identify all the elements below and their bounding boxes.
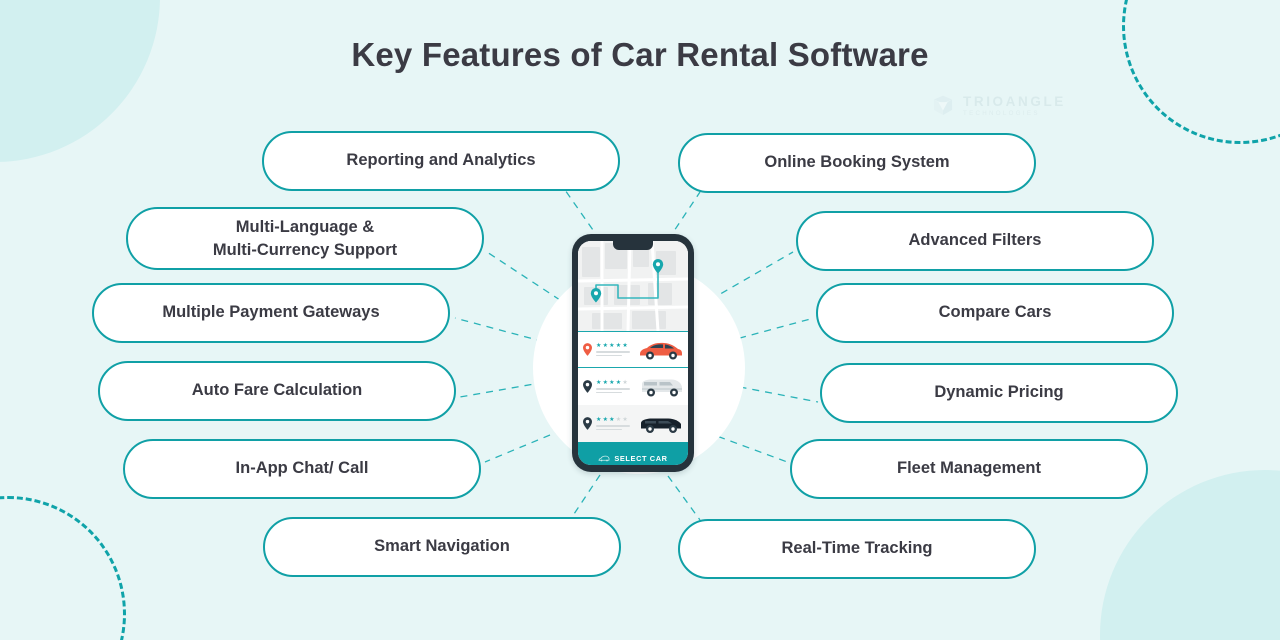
feature-pill-smart-navigation[interactable]: Smart Navigation bbox=[263, 517, 621, 577]
car-icon bbox=[598, 455, 610, 461]
star-icon: ★ bbox=[622, 416, 628, 423]
star-icon: ★ bbox=[615, 342, 622, 349]
feature-label: Fleet Management bbox=[897, 459, 1041, 478]
info-line bbox=[596, 428, 622, 431]
phone-notch bbox=[613, 241, 653, 250]
feature-label: Advanced Filters bbox=[908, 231, 1042, 250]
car-thumbnail-black-suv bbox=[641, 418, 681, 433]
feature-pill-advanced-filters[interactable]: Advanced Filters bbox=[796, 211, 1154, 271]
star-icon: ★ bbox=[609, 416, 615, 423]
star-icon: ★ bbox=[596, 342, 602, 349]
feature-pill-compare-cars[interactable]: Compare Cars bbox=[816, 283, 1174, 343]
select-car-label: SELECT CAR bbox=[614, 453, 668, 463]
feature-pill-fleet-management[interactable]: Fleet Management bbox=[790, 439, 1148, 499]
star-icon: ★ bbox=[622, 342, 628, 349]
feature-pill-reporting-and-analytics[interactable]: Reporting and Analytics bbox=[262, 131, 620, 191]
car-info: ★ ★ ★ ★ ★ bbox=[596, 343, 630, 357]
car-thumbnail-red bbox=[640, 342, 682, 359]
rating-stars: ★ ★ ★ ★ ★ bbox=[596, 343, 630, 349]
infographic-canvas: Key Features of Car Rental Software TRIO… bbox=[0, 0, 1280, 640]
feature-pill-real-time-tracking[interactable]: Real-Time Tracking bbox=[678, 519, 1036, 579]
car-info: ★ ★ ★ ★ ★ bbox=[596, 417, 630, 431]
star-icon: ★ bbox=[622, 379, 628, 386]
feature-label: Online Booking System bbox=[764, 153, 950, 172]
info-line bbox=[596, 387, 630, 390]
feature-label: In-App Chat/ Call bbox=[235, 459, 369, 478]
feature-label-line1: Multi-Language & bbox=[235, 218, 375, 237]
feature-label: Dynamic Pricing bbox=[934, 383, 1064, 402]
feature-pill-auto-fare-calculation[interactable]: Auto Fare Calculation bbox=[98, 361, 456, 421]
star-icon: ★ bbox=[602, 379, 608, 386]
feature-pill-multiple-payment-gateways[interactable]: Multiple Payment Gateways bbox=[92, 283, 450, 343]
feature-label: Auto Fare Calculation bbox=[191, 381, 363, 400]
car-info: ★ ★ ★ ★ ★ bbox=[596, 380, 630, 394]
star-icon: ★ bbox=[615, 416, 622, 423]
phone-screen: ★ ★ ★ ★ ★ ★ ★ ★ ★ ★ ★ ★ ★ ★ ★ SELECT CAR bbox=[578, 241, 688, 465]
feature-label: Multiple Payment Gateways bbox=[162, 303, 380, 322]
feature-label: Smart Navigation bbox=[374, 537, 510, 556]
rating-stars: ★ ★ ★ ★ ★ bbox=[596, 380, 630, 386]
star-icon: ★ bbox=[609, 379, 615, 386]
location-pin-icon bbox=[583, 380, 592, 393]
feature-label-line2: Multi-Currency Support bbox=[212, 240, 398, 259]
feature-pill-multi-language-currency-support[interactable]: Multi-Language & Multi-Currency Support bbox=[126, 207, 484, 270]
star-icon: ★ bbox=[602, 342, 608, 349]
star-icon: ★ bbox=[609, 342, 615, 349]
car-thumbnail-van bbox=[642, 379, 682, 396]
car-list-item[interactable]: ★ ★ ★ ★ ★ bbox=[578, 405, 688, 442]
feature-pill-online-booking-system[interactable]: Online Booking System bbox=[678, 133, 1036, 193]
select-car-button[interactable]: SELECT CAR bbox=[578, 442, 688, 465]
car-list-item[interactable]: ★ ★ ★ ★ ★ bbox=[578, 368, 688, 405]
star-icon: ★ bbox=[615, 379, 622, 386]
feature-label: Reporting and Analytics bbox=[346, 151, 536, 170]
location-pin-icon bbox=[583, 417, 592, 430]
map-view[interactable] bbox=[578, 241, 688, 332]
feature-label: Real-Time Tracking bbox=[781, 539, 933, 558]
star-icon: ★ bbox=[596, 416, 602, 423]
star-icon: ★ bbox=[602, 416, 608, 423]
info-line bbox=[596, 424, 630, 427]
info-line bbox=[596, 391, 622, 394]
feature-pill-dynamic-pricing[interactable]: Dynamic Pricing bbox=[820, 363, 1178, 423]
feature-label: Compare Cars bbox=[938, 303, 1052, 322]
info-line bbox=[596, 350, 630, 353]
info-line bbox=[596, 354, 622, 357]
car-list: ★ ★ ★ ★ ★ ★ ★ ★ ★ ★ ★ ★ ★ ★ ★ bbox=[578, 331, 688, 442]
car-list-item[interactable]: ★ ★ ★ ★ ★ bbox=[578, 331, 688, 368]
star-icon: ★ bbox=[596, 379, 602, 386]
map-graphic bbox=[578, 241, 688, 332]
rating-stars: ★ ★ ★ ★ ★ bbox=[596, 417, 630, 423]
phone-mockup: ★ ★ ★ ★ ★ ★ ★ ★ ★ ★ ★ ★ ★ ★ ★ SELECT CAR bbox=[572, 234, 694, 472]
feature-pill-in-app-chat-call[interactable]: In-App Chat/ Call bbox=[123, 439, 481, 499]
location-pin-icon bbox=[583, 343, 592, 356]
